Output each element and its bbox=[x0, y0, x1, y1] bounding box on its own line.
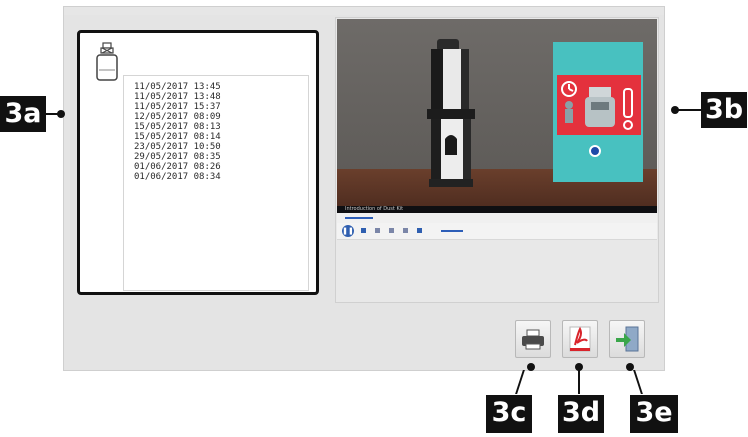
list-item[interactable]: 01/06/2017 08:26 bbox=[134, 162, 221, 172]
exit-icon bbox=[616, 326, 639, 352]
callout-3d: 3d bbox=[558, 395, 604, 433]
list-item[interactable]: 29/05/2017 08:35 bbox=[134, 152, 221, 162]
volume-icon[interactable] bbox=[417, 228, 422, 233]
printer-icon bbox=[522, 329, 544, 350]
list-item[interactable]: 11/05/2017 13:48 bbox=[134, 92, 221, 102]
pdf-export-button[interactable] bbox=[562, 320, 598, 358]
pdf-icon bbox=[569, 326, 591, 352]
callout-3a-dot bbox=[57, 110, 65, 118]
callout-3a: 3a bbox=[0, 96, 46, 132]
stop-icon[interactable] bbox=[361, 228, 366, 233]
video-player[interactable]: Introduction of Dust Kit bbox=[337, 19, 657, 213]
previous-icon[interactable] bbox=[389, 228, 394, 233]
alert-card bbox=[557, 75, 641, 135]
video-title-bar: Introduction of Dust Kit bbox=[337, 206, 657, 213]
play-info-icon[interactable] bbox=[589, 145, 601, 157]
video-title: Introduction of Dust Kit bbox=[345, 206, 404, 212]
callout-3b-line bbox=[678, 109, 701, 111]
rewind-icon[interactable] bbox=[375, 228, 380, 233]
list-item[interactable]: 12/05/2017 08:09 bbox=[134, 112, 221, 122]
callout-3b-dot bbox=[671, 106, 679, 114]
list-item[interactable]: 11/05/2017 13:45 bbox=[134, 82, 221, 92]
player-controls: ❚❚ bbox=[337, 223, 657, 240]
list-item[interactable]: 15/05/2017 08:14 bbox=[134, 132, 221, 142]
seek-bar[interactable] bbox=[337, 213, 657, 223]
callout-3e-line bbox=[633, 370, 643, 394]
list-item[interactable]: 15/05/2017 08:13 bbox=[134, 122, 221, 132]
seek-progress bbox=[345, 217, 373, 219]
app-window: 11/05/2017 13:45 11/05/2017 13:48 11/05/… bbox=[63, 6, 665, 371]
callout-3d-line bbox=[578, 370, 580, 394]
history-panel: 11/05/2017 13:45 11/05/2017 13:48 11/05/… bbox=[77, 30, 319, 295]
jar-icon bbox=[96, 42, 118, 81]
callout-3b: 3b bbox=[701, 92, 747, 128]
list-item[interactable]: 01/06/2017 08:34 bbox=[134, 172, 221, 182]
info-card bbox=[553, 42, 643, 182]
window-top-bar bbox=[64, 7, 664, 15]
pause-button[interactable]: ❚❚ bbox=[342, 225, 354, 237]
callout-3e: 3e bbox=[630, 395, 678, 433]
vacuum-unit-image bbox=[427, 39, 475, 187]
list-item[interactable]: 11/05/2017 15:37 bbox=[134, 102, 221, 112]
callout-3c: 3c bbox=[486, 395, 532, 433]
callout-3c-dot bbox=[527, 363, 535, 371]
volume-slider[interactable] bbox=[441, 230, 463, 232]
print-button[interactable] bbox=[515, 320, 551, 358]
list-item[interactable]: 23/05/2017 10:50 bbox=[134, 142, 221, 152]
maintenance-alert-icon bbox=[561, 81, 633, 130]
video-panel: Introduction of Dust Kit ❚❚ bbox=[335, 17, 659, 303]
next-icon[interactable] bbox=[403, 228, 408, 233]
exit-button[interactable] bbox=[609, 320, 645, 358]
callout-3c-line bbox=[515, 370, 525, 394]
history-list[interactable]: 11/05/2017 13:45 11/05/2017 13:48 11/05/… bbox=[123, 75, 309, 291]
